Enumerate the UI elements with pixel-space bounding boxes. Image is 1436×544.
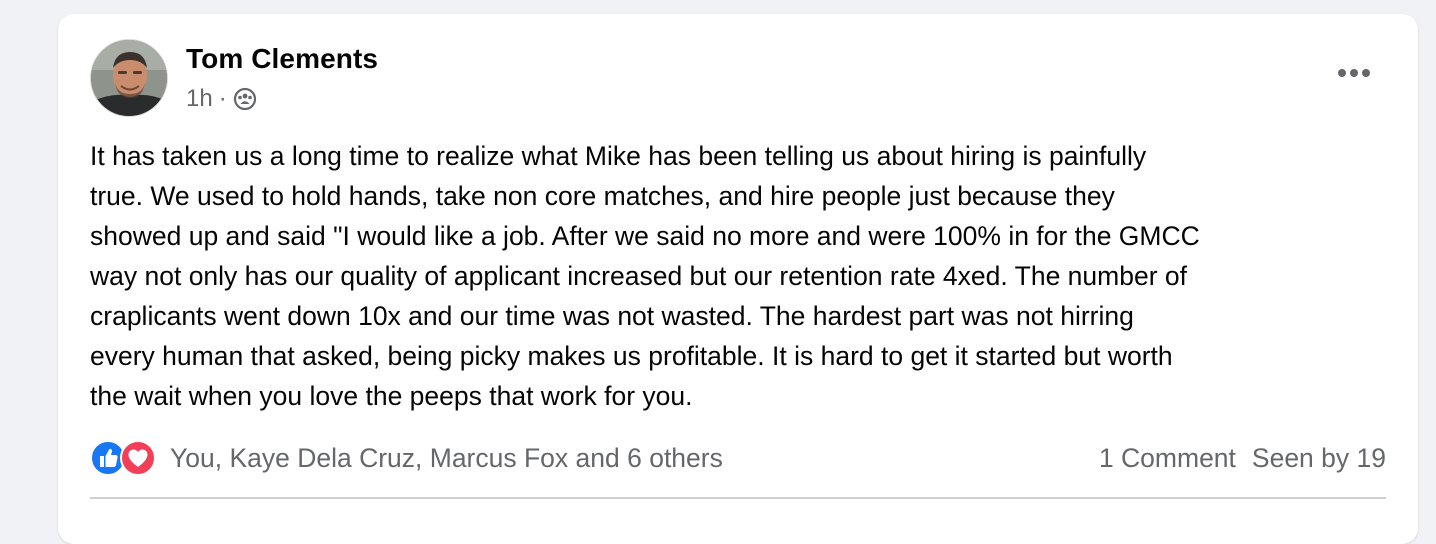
reaction-icons [90,440,156,476]
comments-count[interactable]: 1 Comment [1099,443,1236,474]
post-timestamp[interactable]: 1h [186,85,213,113]
more-options-button[interactable] [1334,58,1374,88]
seen-by-count[interactable]: Seen by 19 [1252,443,1386,474]
love-reaction-icon [120,440,156,476]
post-footer: You, Kaye Dela Cruz, Marcus Fox and 6 ot… [90,436,1386,480]
avatar-photo [91,40,167,116]
author-avatar[interactable] [90,39,168,117]
more-horizontal-icon [1338,69,1370,77]
group-audience-icon[interactable] [233,87,257,111]
author-name[interactable]: Tom Clements [186,43,378,75]
post-meta: 1h · [186,84,257,114]
meta-separator: · [218,85,227,112]
post-card: Tom Clements 1h · It has taken us a long… [58,14,1418,544]
reactors-text[interactable]: You, Kaye Dela Cruz, Marcus Fox and 6 ot… [170,443,723,474]
post-body: It has taken us a long time to realize w… [90,141,1200,411]
footer-divider [90,497,1386,499]
reactions-summary[interactable]: You, Kaye Dela Cruz, Marcus Fox and 6 ot… [90,440,723,476]
post-stats: 1 Comment Seen by 19 [1099,443,1386,474]
